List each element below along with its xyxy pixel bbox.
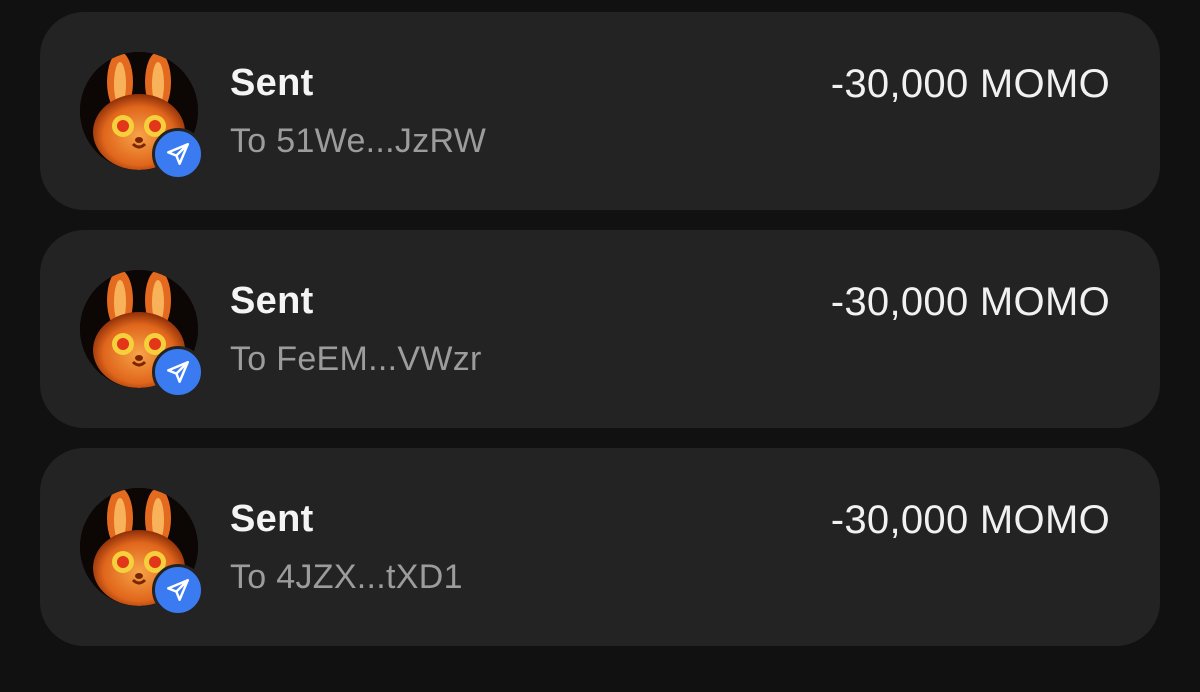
transaction-amount: -30,000 MOMO <box>830 62 1110 106</box>
transaction-title: Sent <box>230 62 314 104</box>
transaction-title: Sent <box>230 280 314 322</box>
transaction-recipient: To 4JZX...tXD1 <box>230 558 463 596</box>
transaction-item[interactable]: Sent To 4JZX...tXD1 -30,000 MOMO <box>40 448 1160 646</box>
token-avatar <box>80 488 204 616</box>
token-avatar <box>80 52 204 180</box>
transaction-amount: -30,000 MOMO <box>830 498 1110 542</box>
send-arrow-icon <box>152 128 204 180</box>
transaction-recipient: To 51We...JzRW <box>230 122 487 160</box>
transaction-title: Sent <box>230 498 314 540</box>
send-arrow-icon <box>152 564 204 616</box>
transaction-amount: -30,000 MOMO <box>830 280 1110 324</box>
transaction-item[interactable]: Sent To FeEM...VWzr -30,000 MOMO <box>40 230 1160 428</box>
transaction-item[interactable]: Sent To 51We...JzRW -30,000 MOMO <box>40 12 1160 210</box>
send-arrow-icon <box>152 346 204 398</box>
transaction-recipient: To FeEM...VWzr <box>230 340 482 378</box>
token-avatar <box>80 270 204 398</box>
transaction-list: Sent To 51We...JzRW -30,000 MOMO Sent To… <box>40 12 1160 666</box>
